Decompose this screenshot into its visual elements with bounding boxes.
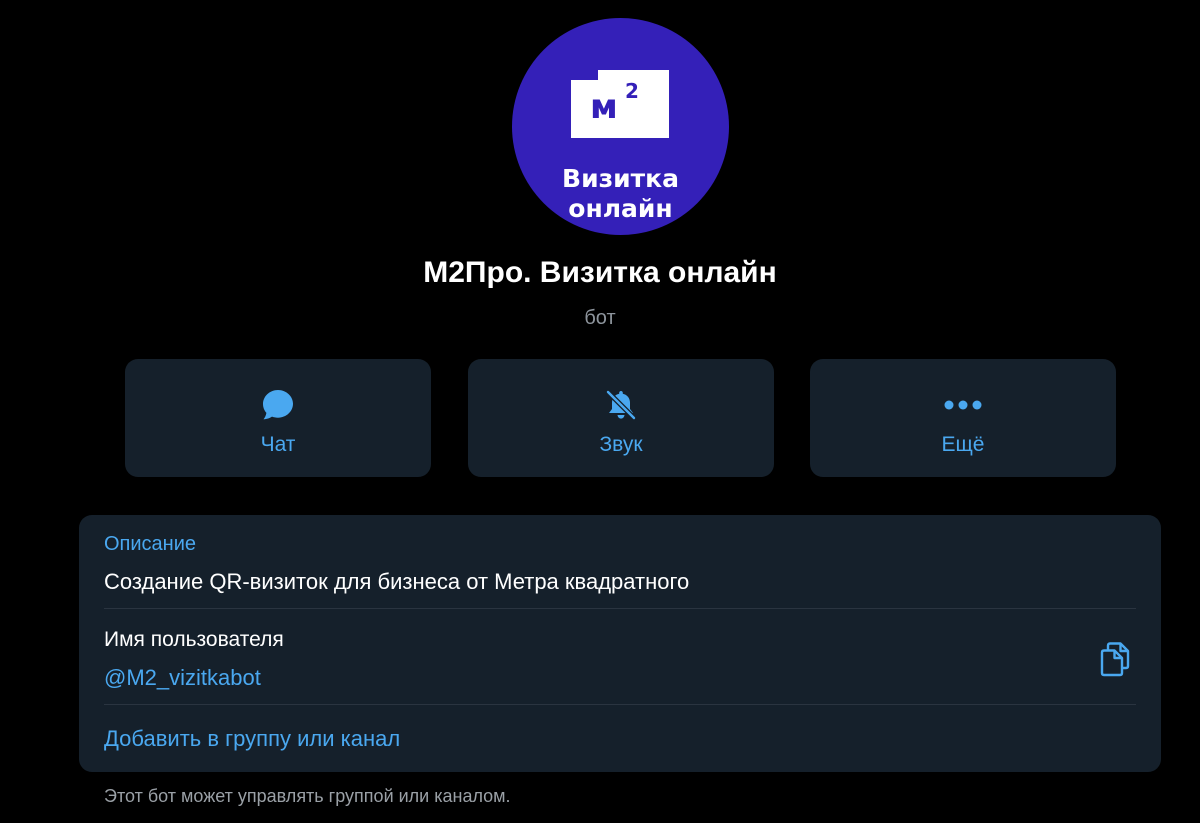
sound-button[interactable]: Звук: [468, 359, 774, 477]
chat-button-label: Чат: [260, 433, 296, 456]
avatar-text-line2: онлайн: [568, 194, 673, 223]
profile-type: бот: [584, 307, 616, 329]
divider: [104, 704, 1136, 705]
username-label: Имя пользователя: [104, 628, 284, 651]
avatar[interactable]: м 2 Визитка онлайн: [512, 18, 729, 235]
info-card: Описание Создание QR-визиток для бизнеса…: [79, 515, 1161, 772]
chat-bubble-icon: [125, 387, 431, 423]
copy-icon[interactable]: [1096, 640, 1134, 678]
more-button[interactable]: Ещё: [810, 359, 1116, 477]
username-value[interactable]: @M2_vizitkabot: [104, 663, 261, 693]
avatar-logo-letter: м: [590, 87, 618, 127]
avatar-text-line1: Визитка: [562, 164, 679, 193]
bot-admin-note: Этот бот может управлять группой или кан…: [104, 786, 511, 806]
add-to-group-link[interactable]: Добавить в группу или канал: [104, 724, 400, 754]
divider: [104, 608, 1136, 609]
chat-button[interactable]: Чат: [125, 359, 431, 477]
sound-button-label: Звук: [599, 433, 643, 456]
avatar-logo-superscript: 2: [625, 79, 639, 103]
description-label: Описание: [104, 533, 197, 555]
more-button-label: Ещё: [941, 433, 985, 456]
description-text[interactable]: Создание QR-визиток для бизнеса от Метра…: [104, 567, 689, 597]
bell-muted-icon: [468, 387, 774, 423]
more-dots-icon: [810, 387, 1116, 423]
profile-name: M2Про. Визитка онлайн: [423, 256, 777, 289]
